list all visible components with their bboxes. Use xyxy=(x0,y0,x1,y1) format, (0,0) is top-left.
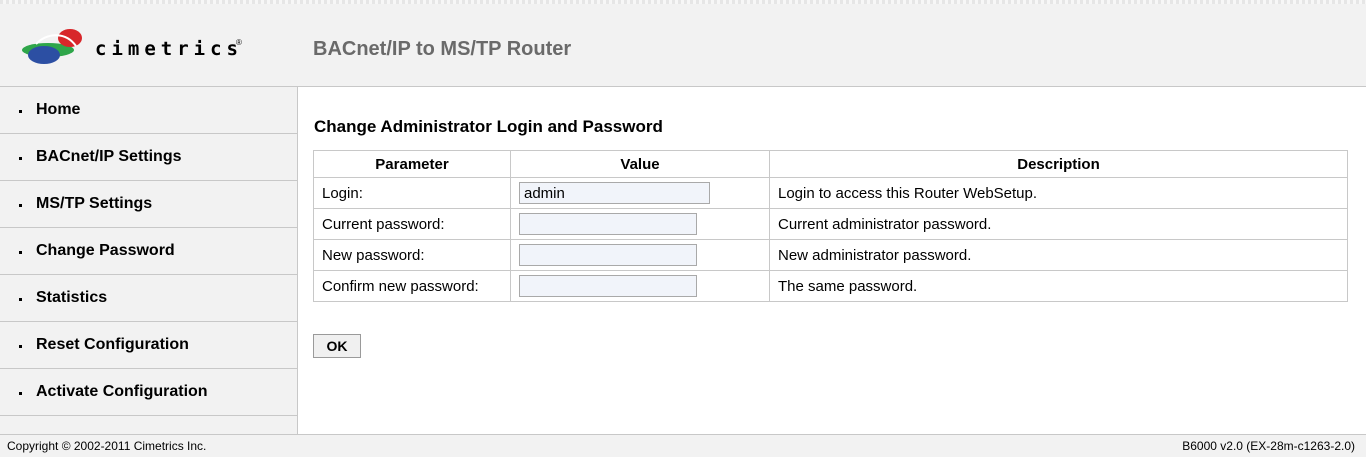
version-text: B6000 v2.0 (EX-28m-c1263-2.0) xyxy=(1182,439,1355,453)
bullet-icon xyxy=(19,204,22,207)
logo-text: cimetrics xyxy=(95,38,243,60)
parameter-label: New password: xyxy=(313,239,511,271)
footer: Copyright © 2002-2011 Cimetrics Inc. B60… xyxy=(0,434,1366,457)
table-row: New password: New administrator password… xyxy=(313,239,1348,271)
column-header-value: Value xyxy=(510,150,770,178)
new-password-input[interactable] xyxy=(519,244,697,266)
bullet-icon xyxy=(19,110,22,113)
sidebar-item-change-password[interactable]: Change Password xyxy=(0,228,297,275)
bullet-icon xyxy=(19,298,22,301)
column-header-parameter: Parameter xyxy=(313,150,511,178)
table-row: Login: Login to access this Router WebSe… xyxy=(313,177,1348,209)
value-cell xyxy=(510,208,770,240)
description-cell: Current administrator password. xyxy=(769,208,1348,240)
bullet-icon xyxy=(19,251,22,254)
description-cell: New administrator password. xyxy=(769,239,1348,271)
main-content: Change Administrator Login and Password … xyxy=(298,87,1366,434)
sidebar-nav: Home BACnet/IP Settings MS/TP Settings C… xyxy=(0,87,298,434)
column-header-description: Description xyxy=(769,150,1348,178)
sidebar-item-label: Home xyxy=(36,101,81,118)
parameter-label: Current password: xyxy=(313,208,511,240)
sidebar-item-label: Activate Configuration xyxy=(36,383,208,400)
app-title: BACnet/IP to MS/TP Router xyxy=(313,38,572,60)
sidebar-item-label: Change Password xyxy=(36,242,175,259)
header: cimetrics ® BACnet/IP to MS/TP Router xyxy=(0,4,1366,87)
table-row: Confirm new password: The same password. xyxy=(313,270,1348,302)
confirm-password-input[interactable] xyxy=(519,275,697,297)
current-password-input[interactable] xyxy=(519,213,697,235)
logo-trademark: ® xyxy=(236,38,242,47)
copyright-text: Copyright © 2002-2011 Cimetrics Inc. xyxy=(7,439,207,453)
sidebar-item-label: MS/TP Settings xyxy=(36,195,153,212)
sidebar-item-home[interactable]: Home xyxy=(0,87,297,134)
bullet-icon xyxy=(19,345,22,348)
sidebar-item-statistics[interactable]: Statistics xyxy=(0,275,297,322)
sidebar-item-label: Reset Configuration xyxy=(36,336,189,353)
sidebar-item-bacnet-ip-settings[interactable]: BACnet/IP Settings xyxy=(0,134,297,181)
table-row: Current password: Current administrator … xyxy=(313,208,1348,240)
sidebar-item-label: BACnet/IP Settings xyxy=(36,148,182,165)
sidebar-item-reset-configuration[interactable]: Reset Configuration xyxy=(0,322,297,369)
parameter-label: Login: xyxy=(313,177,511,209)
description-cell: Login to access this Router WebSetup. xyxy=(769,177,1348,209)
table-header-row: Parameter Value Description xyxy=(313,150,1348,178)
value-cell xyxy=(510,239,770,271)
description-cell: The same password. xyxy=(769,270,1348,302)
sidebar-item-mstp-settings[interactable]: MS/TP Settings xyxy=(0,181,297,228)
value-cell xyxy=(510,270,770,302)
ok-button[interactable]: OK xyxy=(313,334,361,358)
login-input[interactable] xyxy=(519,182,710,204)
parameters-table: Parameter Value Description Login: Login… xyxy=(313,150,1348,302)
sidebar-item-label: Statistics xyxy=(36,289,108,306)
value-cell xyxy=(510,177,770,209)
sidebar-item-activate-configuration[interactable]: Activate Configuration xyxy=(0,369,297,416)
bullet-icon xyxy=(19,157,22,160)
bullet-icon xyxy=(19,392,22,395)
page-title: Change Administrator Login and Password xyxy=(314,117,663,136)
parameter-label: Confirm new password: xyxy=(313,270,511,302)
